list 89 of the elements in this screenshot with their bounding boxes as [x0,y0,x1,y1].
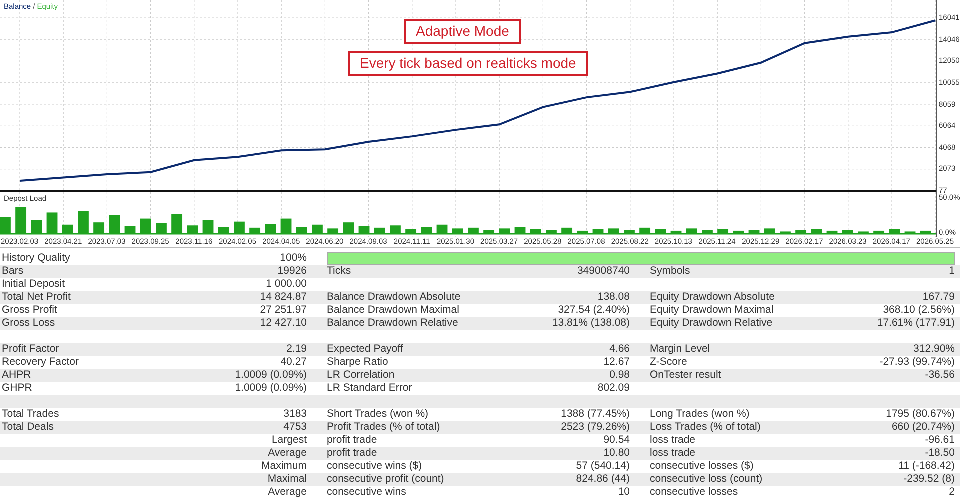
stat-value: 349008740 [576,265,630,278]
stat-label: Loss Trades (% of total) [650,421,762,434]
stat-label: History Quality [2,252,72,265]
stat-label: consecutive losses [650,486,740,499]
stat-label: Total Trades [2,408,60,421]
stat-label: consecutive wins [327,486,408,499]
stat-label: Profit Trades (% of total) [327,421,442,434]
stat-label: Equity Drawdown Maximal [650,304,775,317]
stat-value: 19926 [276,265,307,278]
stat-value: 10.80 [602,447,630,460]
stat-value: 1388 (77.45%) [560,408,630,421]
stat-label: Gross Loss [2,317,56,330]
annotation-label: Every tick based on realticks mode [348,51,588,76]
stat-label: Initial Deposit [2,278,66,291]
stat-label: Equity Drawdown Relative [650,317,774,330]
stat-value: 0.98 [608,369,630,382]
stat-value: 660 (20.74%) [890,421,955,434]
stat-value: 4753 [282,421,307,434]
stat-value: 12.67 [602,356,630,369]
stat-label: Total Net Profit [2,291,72,304]
stat-value: 2 [948,486,955,499]
stat-label: Maximum [260,460,307,473]
stat-value: 1 [948,265,955,278]
stat-value: 2.19 [286,343,307,356]
stat-label: Maximal [266,473,307,486]
stat-label: Largest [270,434,307,447]
stat-label: consecutive profit (count) [327,473,446,486]
stat-value: 4.66 [608,343,630,356]
stat-value: -239.52 (8) [902,473,955,486]
stat-value: 312.90% [912,343,955,356]
annotation-label: Adaptive Mode [404,19,522,44]
stat-value: 11 (-168.42) [898,460,955,473]
stat-value: 1.0009 (0.09%) [234,369,307,382]
stat-label: Balance Drawdown Relative [327,317,460,330]
stat-value: -36.56 [924,369,955,382]
stat-value: 57 (540.14) [575,460,630,473]
stat-label: Equity Drawdown Absolute [650,291,776,304]
stat-label: consecutive wins ($) [327,460,424,473]
stat-label: GHPR [2,382,34,395]
stat-label: profit trade [327,447,378,460]
stat-value: 10 [617,486,630,499]
stat-value: -18.50 [924,447,955,460]
stat-label: Profit Factor [2,343,60,356]
stat-value: 368.10 (2.56%) [882,304,955,317]
stat-label: Average [267,486,307,499]
stat-label: Balance Drawdown Absolute [327,291,462,304]
stat-label: Ticks [327,265,352,278]
stat-label: Gross Profit [2,304,58,317]
stat-label: Z-Score [650,356,688,369]
stat-value: 167.79 [922,291,955,304]
stat-label: consecutive loss (count) [650,473,764,486]
stat-value: 2523 (79.26%) [560,421,630,434]
stat-value: 14 824.87 [259,291,307,304]
stat-label: Long Trades (won %) [650,408,751,421]
stat-value: -96.61 [924,434,955,447]
stat-label: consecutive losses ($) [650,460,755,473]
stat-value: 1.0009 (0.09%) [234,382,307,395]
stat-value: 13.81% (138.08) [551,317,630,330]
stat-label: OnTester result [650,369,722,382]
stat-value: 3183 [282,408,307,421]
stat-label: Recovery Factor [2,356,80,369]
stat-label: LR Correlation [327,369,396,382]
stat-label: Expected Payoff [327,343,404,356]
stat-value: 90.54 [602,434,630,447]
stat-value: 17.61% (177.91) [876,317,955,330]
stat-label: Bars [2,265,25,278]
stat-label: Short Trades (won %) [327,408,430,421]
stat-value: 1 000.00 [265,278,307,291]
stat-label: Balance Drawdown Maximal [327,304,460,317]
stat-label: Margin Level [650,343,712,356]
stat-label: Sharpe Ratio [327,356,390,369]
stat-label: LR Standard Error [327,382,414,395]
stat-value: -27.93 (99.74%) [878,356,955,369]
stat-value: 327.54 (2.40%) [557,304,630,317]
stat-value: 40.27 [280,356,307,369]
stat-label: AHPR [2,369,32,382]
stat-label: loss trade [650,447,697,460]
stat-value: 138.08 [596,291,630,304]
stat-value: 1795 (80.67%) [885,408,955,421]
stat-label: Total Deals [2,421,55,434]
stat-label: loss trade [650,434,697,447]
stat-value: 824.86 (44) [575,473,630,486]
stat-value: 802.09 [596,382,630,395]
stat-value: 12 427.10 [259,317,307,330]
stat-value: 100% [279,252,307,265]
stat-value: 27 251.97 [259,304,307,317]
stat-label: profit trade [327,434,378,447]
stat-label: Average [267,447,307,460]
stat-label: Symbols [650,265,692,278]
